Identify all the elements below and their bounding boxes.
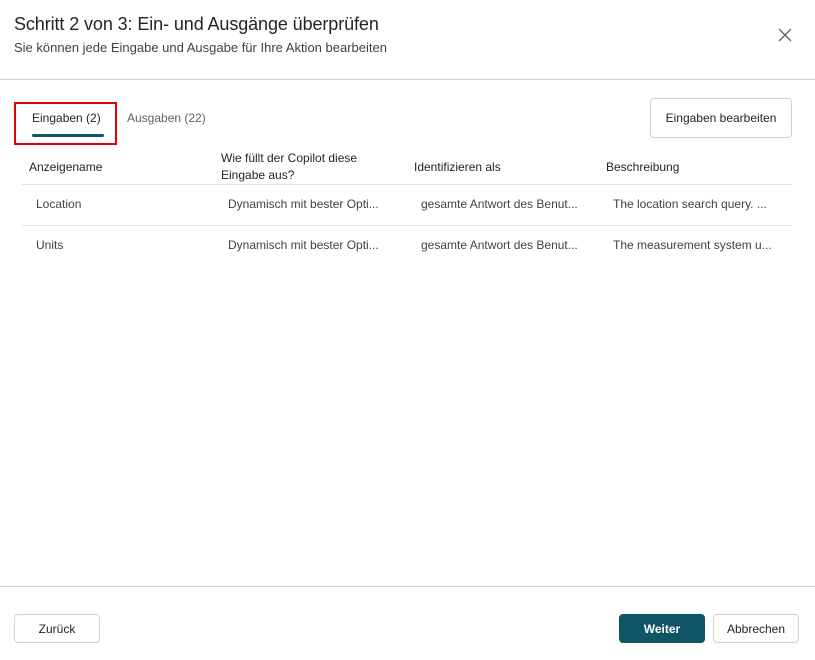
dialog-subtitle: Sie können jede Eingabe und Ausgabe für … (14, 40, 387, 55)
column-header-identify-as[interactable]: Identifizieren als (414, 159, 501, 176)
column-header-description[interactable]: Beschreibung (606, 159, 679, 176)
table-row[interactable]: Location Dynamisch mit bester Opti... ge… (22, 185, 792, 226)
cell-display-name: Units (36, 238, 64, 252)
cell-fill-method: Dynamisch mit bester Opti... (228, 238, 379, 252)
column-header-fill-method[interactable]: Wie füllt der Copilot diese Eingabe aus? (221, 150, 391, 184)
edit-inputs-button[interactable]: Eingaben bearbeiten (650, 98, 792, 138)
close-icon (778, 28, 792, 42)
next-button[interactable]: Weiter (619, 614, 705, 643)
column-header-display-name[interactable]: Anzeigename (29, 159, 102, 176)
back-button[interactable]: Zurück (14, 614, 100, 643)
cell-identify-as: gesamte Antwort des Benut... (421, 238, 578, 252)
selected-tab-indicator (32, 134, 104, 137)
close-button[interactable] (775, 25, 795, 45)
cancel-button[interactable]: Abbrechen (713, 614, 799, 643)
footer-divider (0, 586, 815, 587)
header-divider (0, 79, 815, 80)
tab-eingaben[interactable]: Eingaben (2) (32, 111, 101, 125)
tab-ausgaben[interactable]: Ausgaben (22) (127, 111, 206, 125)
table-header: Anzeigename Wie füllt der Copilot diese … (22, 148, 792, 185)
cell-description: The measurement system u... (613, 238, 772, 252)
cell-identify-as: gesamte Antwort des Benut... (421, 197, 578, 211)
table-row[interactable]: Units Dynamisch mit bester Opti... gesam… (22, 226, 792, 267)
cell-display-name: Location (36, 197, 82, 211)
dialog-title: Schritt 2 von 3: Ein- und Ausgänge überp… (14, 14, 379, 34)
inputs-table: Anzeigename Wie füllt der Copilot diese … (22, 148, 792, 267)
cell-description: The location search query. ... (613, 197, 767, 211)
cell-fill-method: Dynamisch mit bester Opti... (228, 197, 379, 211)
review-inputs-dialog: Schritt 2 von 3: Ein- und Ausgänge überp… (0, 0, 815, 660)
